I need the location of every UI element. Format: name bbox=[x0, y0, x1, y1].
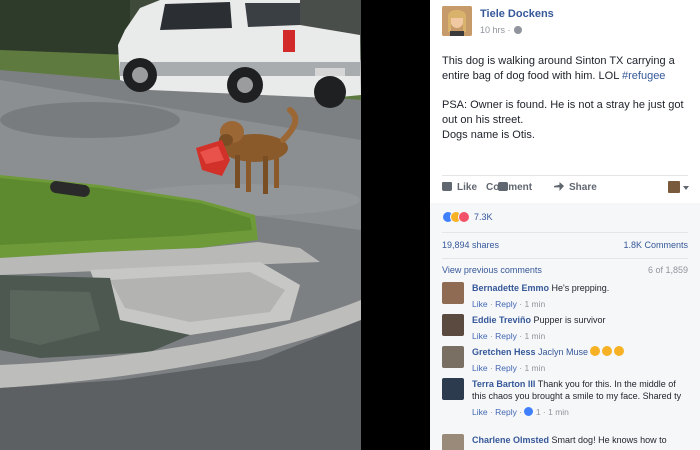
reaction-count: 7.3K bbox=[474, 212, 493, 222]
post-body: This dog is walking around Sinton TX car… bbox=[442, 54, 692, 143]
comment-like-link[interactable]: Like bbox=[472, 407, 488, 417]
comment-body: Charlene Olmsted Smart dog! He knows how… bbox=[472, 434, 690, 446]
shares-count[interactable]: 19,894 shares bbox=[442, 240, 499, 250]
comment-meta: Like · Reply · 1 min bbox=[472, 331, 546, 341]
author-avatar-photo bbox=[442, 6, 472, 36]
laughing-emoji-icon bbox=[590, 346, 601, 356]
commenter-avatar[interactable] bbox=[442, 282, 464, 304]
post-paragraph-main: This dog is walking around Sinton TX car… bbox=[442, 54, 692, 84]
comment-button[interactable]: Comment bbox=[486, 182, 532, 193]
comment-body: Eddie Treviño Pupper is survivor Like · … bbox=[472, 314, 690, 342]
comment-reply-link[interactable]: Reply bbox=[495, 363, 517, 373]
commenter-avatar[interactable] bbox=[442, 314, 464, 336]
share-arrow-icon bbox=[554, 182, 564, 191]
commenter-avatar[interactable] bbox=[442, 378, 464, 400]
comment-like-link[interactable]: Like bbox=[472, 331, 488, 341]
comment-meta: Like · Reply · 1 min bbox=[472, 363, 546, 373]
comments-section: 7.3K 19,894 shares 1.8K Comments View pr… bbox=[430, 203, 700, 450]
author-name[interactable]: Tiele Dockens bbox=[480, 8, 554, 20]
comment-time[interactable]: 1 min bbox=[524, 331, 545, 341]
comment-body: Gretchen Hess Jaclyn Muse Like · Reply ·… bbox=[472, 346, 690, 374]
laughing-emoji-icon bbox=[602, 346, 613, 356]
comment-body: Terra Barton III Thank you for this. In … bbox=[472, 378, 690, 418]
comments-count[interactable]: 1.8K Comments bbox=[623, 240, 688, 250]
current-user-avatar bbox=[668, 181, 680, 193]
post-stats: 19,894 shares 1.8K Comments bbox=[442, 240, 688, 252]
share-button[interactable]: Share bbox=[554, 182, 597, 193]
commenter-avatar[interactable] bbox=[442, 434, 464, 450]
post-actions-bar: Like Comment Share bbox=[442, 180, 690, 196]
post-as-selector[interactable] bbox=[668, 180, 690, 194]
speech-bubble-icon bbox=[498, 182, 508, 191]
chevron-down-icon bbox=[683, 186, 689, 190]
like-label: Like bbox=[457, 182, 478, 193]
comment-reply-link[interactable]: Reply bbox=[495, 407, 517, 417]
post-timestamp[interactable]: 10 hrs · bbox=[480, 25, 522, 35]
comment-label: Comment bbox=[486, 182, 533, 193]
love-reaction-icon bbox=[458, 211, 470, 223]
divider bbox=[442, 175, 688, 176]
post-text-dog-name: Dogs name is Otis. bbox=[442, 129, 535, 141]
commenter-name[interactable]: Gretchen Hess bbox=[472, 347, 536, 357]
author-avatar[interactable] bbox=[442, 6, 472, 36]
comments-pagination: 6 of 1,859 bbox=[647, 265, 688, 275]
comment-reply-link[interactable]: Reply bbox=[495, 331, 517, 341]
globe-icon bbox=[513, 26, 522, 34]
commenter-name[interactable]: Charlene Olmsted bbox=[472, 435, 549, 445]
dog-street-photo bbox=[0, 0, 361, 450]
commenter-name[interactable]: Terra Barton III bbox=[472, 379, 535, 389]
screenshot-root: Tiele Dockens 10 hrs · This dog is walki… bbox=[0, 0, 700, 450]
comment-meta: Like · Reply · 1 min bbox=[472, 299, 546, 309]
comment-meta: Like · Reply · 1 · 1 min bbox=[472, 407, 569, 417]
comment-like-link[interactable]: Like bbox=[472, 363, 488, 373]
comment-like-link[interactable]: Like bbox=[472, 299, 488, 309]
comment-body: Bernadette Emmo He's prepping. Like · Re… bbox=[472, 282, 690, 310]
comment-time[interactable]: 1 min bbox=[524, 299, 545, 309]
commenter-name[interactable]: Bernadette Emmo bbox=[472, 283, 549, 293]
post-sidebar: Tiele Dockens 10 hrs · This dog is walki… bbox=[430, 0, 700, 450]
comment-reply-link[interactable]: Reply bbox=[495, 299, 517, 309]
divider bbox=[442, 258, 688, 259]
comment-time[interactable]: 1 min bbox=[548, 407, 569, 417]
comment-text: Smart dog! He knows how to bbox=[551, 435, 667, 445]
post-text-psa: PSA: Owner is found. He is not a stray h… bbox=[442, 99, 684, 126]
commenter-avatar[interactable] bbox=[442, 346, 464, 368]
comment-reaction-count[interactable]: 1 bbox=[536, 407, 541, 417]
divider bbox=[442, 232, 688, 233]
like-button[interactable]: Like bbox=[442, 182, 477, 193]
hashtag-link[interactable]: #refugee bbox=[622, 70, 665, 82]
comment-time[interactable]: 1 min bbox=[524, 363, 545, 373]
laughing-emoji-icon bbox=[614, 346, 625, 356]
comment-text: Pupper is survivor bbox=[533, 315, 606, 325]
post-photo[interactable] bbox=[0, 0, 361, 450]
thumbs-up-icon bbox=[442, 182, 452, 191]
view-previous-comments-link[interactable]: View previous comments bbox=[442, 265, 542, 275]
comment-text: He's prepping. bbox=[551, 283, 610, 293]
like-reaction-icon bbox=[524, 407, 534, 416]
mention-link[interactable]: Jaclyn Muse bbox=[538, 347, 588, 357]
post-time-text: 10 hrs bbox=[480, 25, 506, 35]
share-label: Share bbox=[569, 182, 597, 193]
commenter-name[interactable]: Eddie Treviño bbox=[472, 315, 531, 325]
